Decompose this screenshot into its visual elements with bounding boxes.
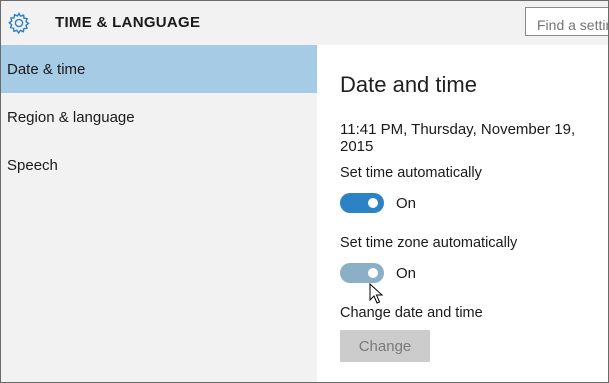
- app-header: TIME & LANGUAGE: [1, 1, 608, 45]
- section-title: Date and time: [340, 72, 477, 97]
- current-datetime: 11:41 PM, Thursday, November 19, 2015: [340, 121, 576, 155]
- set-timezone-auto-label: Set time zone automatically: [340, 235, 518, 251]
- set-time-auto-state: On: [396, 195, 417, 212]
- change-button[interactable]: Change: [340, 330, 430, 362]
- sidebar-item-label: Region & language: [7, 109, 135, 126]
- sidebar: Date & time Region & language Speech: [1, 45, 317, 382]
- set-time-auto-toggle[interactable]: [340, 193, 384, 213]
- sidebar-item-date-time[interactable]: Date & time: [1, 45, 317, 93]
- gear-icon: [5, 9, 33, 37]
- mouse-pointer-icon: [369, 282, 384, 305]
- search-input[interactable]: [525, 7, 608, 36]
- sidebar-item-speech[interactable]: Speech: [1, 141, 317, 189]
- page-title: TIME & LANGUAGE: [55, 14, 201, 31]
- sidebar-item-region-language[interactable]: Region & language: [1, 93, 317, 141]
- settings-window: TIME & LANGUAGE Date & time Region & lan…: [0, 0, 609, 383]
- sidebar-item-label: Date & time: [7, 61, 86, 78]
- toggle-knob: [368, 198, 378, 208]
- toggle-knob: [368, 268, 378, 278]
- set-time-auto-label: Set time automatically: [340, 165, 482, 181]
- sidebar-item-label: Speech: [7, 157, 58, 174]
- change-date-time-label: Change date and time: [340, 305, 483, 321]
- main-content: Date and time 11:41 PM, Thursday, Novemb…: [317, 45, 608, 382]
- set-timezone-auto-toggle[interactable]: [340, 263, 384, 283]
- set-timezone-auto-state: On: [396, 265, 417, 282]
